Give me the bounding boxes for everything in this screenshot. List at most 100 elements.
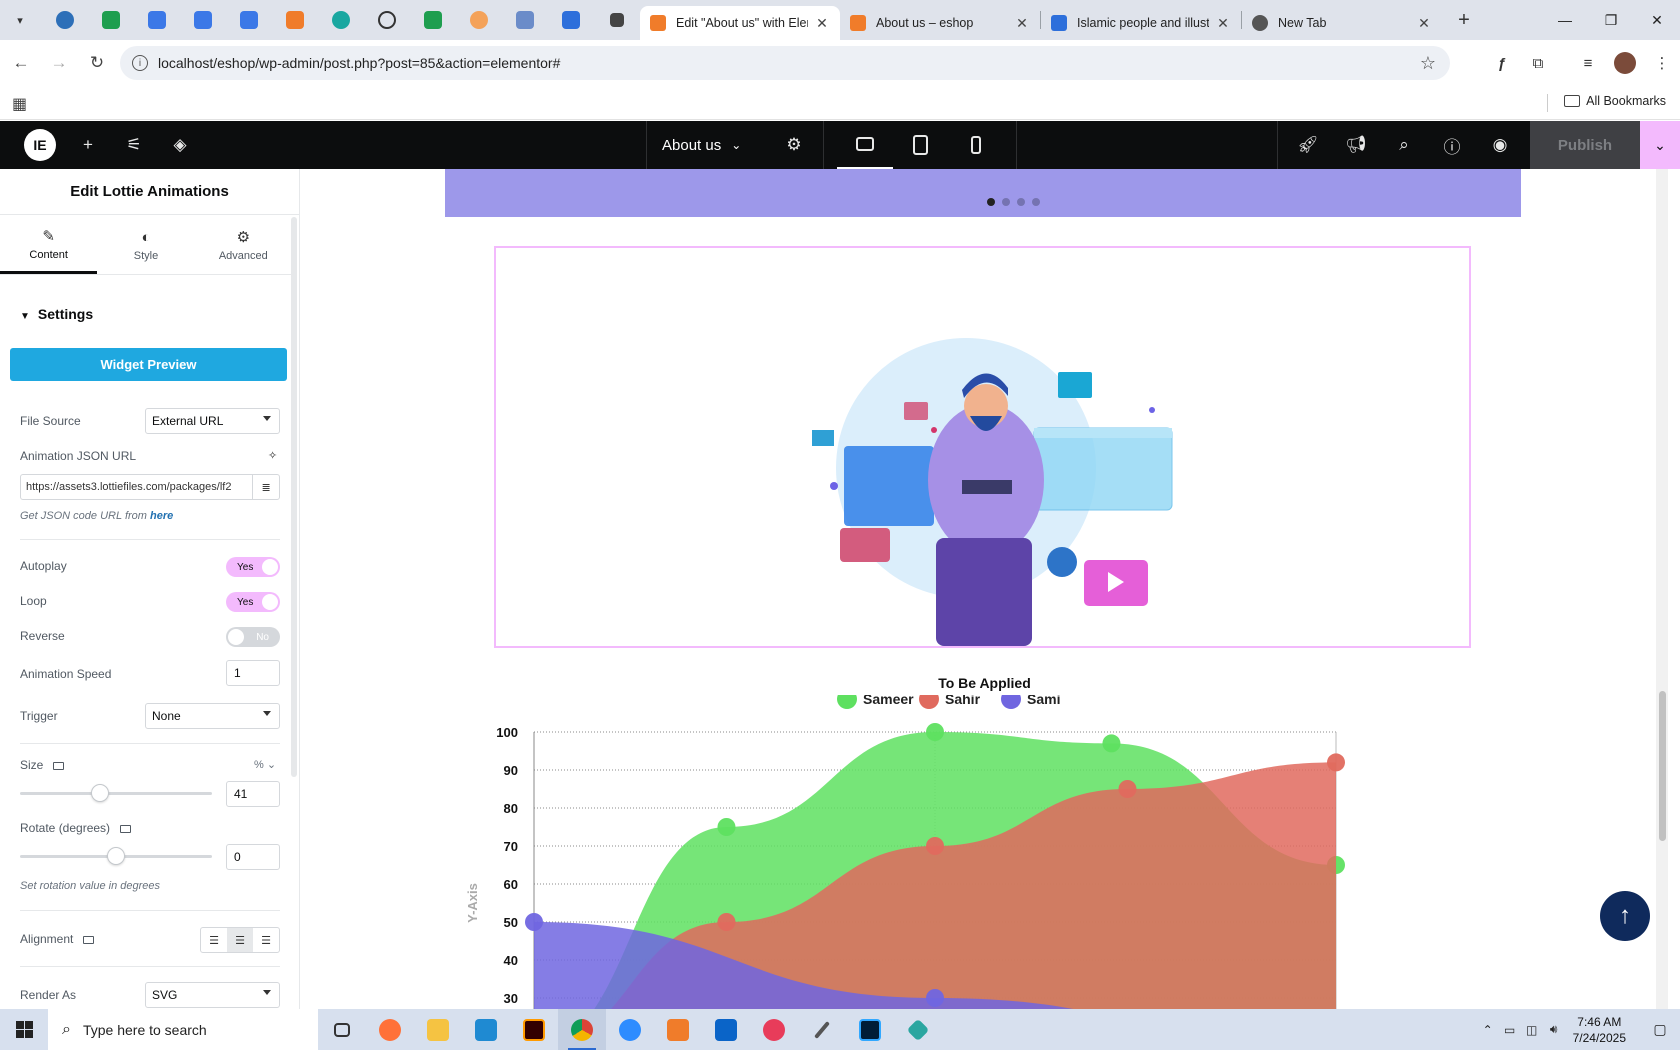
font-extension-icon[interactable]: ƒ [1484,46,1520,80]
tab-search-button[interactable]: ▾ [6,6,34,34]
firefox-app[interactable] [366,1009,414,1050]
responsive-desktop-icon[interactable] [120,824,132,833]
slider-thumb[interactable] [107,847,125,865]
task-view-button[interactable] [318,1009,366,1050]
desktop-device-button[interactable] [837,121,893,169]
tab-about-us-eshop[interactable]: About us – eshop ✕ [840,6,1040,40]
tab-islamic-people[interactable]: Islamic people and illustrations ✕ [1041,6,1241,40]
vscode-app[interactable] [462,1009,510,1050]
search-icon[interactable]: ⌕ [1392,133,1416,157]
tab-content[interactable]: ✎ Content [0,216,98,274]
panel-scrollbar[interactable] [291,217,297,777]
align-center-icon[interactable]: ☰ [227,928,253,952]
elementor-logo-icon[interactable]: IE [24,129,56,161]
mobile-device-button[interactable] [948,121,1004,169]
close-icon[interactable]: ✕ [1014,15,1030,32]
extensions-puzzle-icon[interactable]: ⧉ [1520,46,1556,80]
structure-layers-icon[interactable]: ◈ [168,133,192,157]
notifications-icon[interactable]: ▢ [1640,1009,1680,1050]
tablet-device-button[interactable] [892,121,948,169]
forward-button[interactable]: → [42,46,76,80]
pinned-tab-wordpress[interactable] [42,0,88,40]
pinned-tab-grid[interactable] [502,0,548,40]
responsive-desktop-icon[interactable] [83,935,95,944]
new-tab-button[interactable]: + [1450,6,1478,34]
size-input[interactable]: 41 [226,781,280,807]
chrome-app[interactable] [558,1009,606,1050]
widget-preview-button[interactable]: Widget Preview [10,348,287,381]
all-bookmarks-button[interactable]: All Bookmarks [1564,94,1666,108]
creative-cloud-app[interactable] [750,1009,798,1050]
bookmark-star-icon[interactable]: ☆ [1420,53,1436,74]
pinned-tab-audio[interactable] [594,0,640,40]
zoom-app[interactable] [606,1009,654,1050]
chevron-up-icon[interactable]: ⌃ [1477,1023,1499,1037]
page-selector[interactable]: About us ⌄ [662,121,741,169]
volume-icon[interactable]: 🔊︎ [1543,1022,1565,1037]
scroll-to-top-button[interactable]: ↑ [1600,891,1650,941]
help-icon[interactable]: ⓘ [1440,133,1464,157]
restore-button[interactable]: ❐ [1588,0,1634,40]
canvas-scrollbar[interactable] [1656,169,1668,1009]
file-explorer-app[interactable] [414,1009,462,1050]
minimize-button[interactable]: — [1542,0,1588,40]
render-as-select[interactable]: SVG [145,982,280,1008]
add-element-icon[interactable]: + [76,133,100,157]
preview-eye-icon[interactable]: ◉ [1488,133,1512,157]
rocket-icon[interactable]: 🚀︎ [1296,133,1320,157]
trigger-select[interactable]: None [145,703,280,729]
close-icon[interactable]: ✕ [1416,15,1432,32]
pinned-tab-openai[interactable] [364,0,410,40]
tab-edit-about-us[interactable]: Edit "About us" with Elementor ✕ [640,6,840,40]
close-icon[interactable]: ✕ [814,15,830,32]
tab-style[interactable]: ◐ Style [97,216,194,274]
site-info-icon[interactable]: i [132,55,148,71]
back-button[interactable]: ← [4,46,38,80]
photoshop-app[interactable] [846,1009,894,1050]
carousel-dot[interactable] [1031,198,1040,206]
here-link[interactable]: here [150,510,173,522]
lottie-widget[interactable] [494,246,1471,648]
publish-button[interactable]: Publish [1530,121,1640,169]
json-url-value[interactable]: https://assets3.lottiefiles.com/packages… [21,481,252,493]
size-unit-select[interactable]: % ⌄ [254,758,276,771]
align-left-icon[interactable]: ☰ [201,928,227,952]
apps-grid-icon[interactable]: ▦ [12,94,27,114]
notifications-megaphone-icon[interactable]: 📢︎ [1344,133,1368,157]
taskbar-search[interactable]: ⌕ Type here to search [48,1009,318,1050]
close-icon[interactable]: ✕ [1215,15,1231,32]
pinned-tab-sheets-2[interactable] [410,0,456,40]
autoplay-switch[interactable]: Yes [226,557,280,577]
animation-speed-input[interactable]: 1 [226,660,280,686]
outlook-app[interactable] [702,1009,750,1050]
device-icon[interactable]: ▭ [1499,1023,1521,1037]
tab-new-tab[interactable]: New Tab ✕ [1242,6,1442,40]
start-button[interactable] [0,1009,48,1050]
align-right-icon[interactable]: ☰ [253,928,279,952]
rotate-slider[interactable] [20,847,212,865]
page-settings-gear-icon[interactable]: ⚙ [782,133,806,157]
network-icon[interactable]: ◫ [1521,1023,1543,1037]
url-text[interactable]: localhost/eshop/wp-admin/post.php?post=8… [158,55,1420,71]
chrome-menu-icon[interactable]: ⋮ [1644,46,1680,80]
site-settings-sliders-icon[interactable]: ⚟ [122,133,146,157]
tab-advanced[interactable]: ⚙ Advanced [195,216,292,274]
pinned-tab-sheets[interactable] [88,0,134,40]
size-slider[interactable] [20,784,212,802]
publish-options-chevron-icon[interactable]: ⌄ [1640,121,1680,169]
settings-section-toggle[interactable]: ▼ Settings [20,306,93,322]
pinned-tab-xampp[interactable] [272,0,318,40]
pen-tool-app[interactable] [798,1009,846,1050]
rotate-input[interactable]: 0 [226,844,280,870]
pinned-tab-docs-3[interactable] [226,0,272,40]
media-control-icon[interactable]: ≡ [1570,46,1606,80]
scrollbar-thumb[interactable] [1659,691,1666,841]
responsive-desktop-icon[interactable] [53,761,65,770]
pinned-tab-app[interactable] [318,0,364,40]
profile-avatar[interactable] [1614,52,1636,74]
address-bar[interactable]: i localhost/eshop/wp-admin/post.php?post… [120,46,1450,80]
clock[interactable]: 7:46 AM 7/24/2025 [1573,1014,1626,1046]
carousel-dot[interactable] [1016,198,1025,206]
ai-sparkle-icon[interactable]: ✧ [268,449,277,462]
xampp-app[interactable] [654,1009,702,1050]
